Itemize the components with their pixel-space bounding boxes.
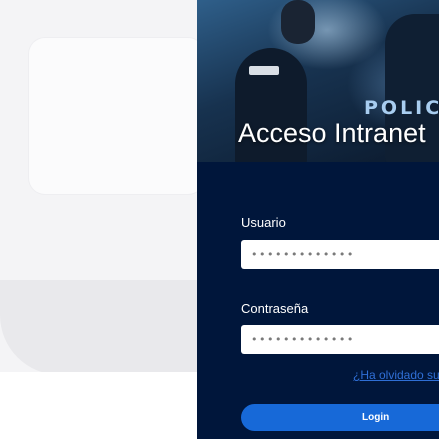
username-field[interactable]: ••••••••••••• xyxy=(241,240,439,269)
background-card xyxy=(29,38,204,194)
page: POLIC Acceso Intranet Usuario ••••••••••… xyxy=(0,0,439,439)
hero-brand-text: POLIC xyxy=(364,97,439,119)
forgot-password-link[interactable]: ¿Ha olvidado su xyxy=(353,368,439,382)
hero-badge xyxy=(249,66,279,75)
password-field[interactable]: ••••••••••••• xyxy=(241,325,439,354)
page-title: Acceso Intranet xyxy=(238,118,426,148)
hero-officer-head xyxy=(281,0,315,44)
login-button-label: Login xyxy=(362,412,390,423)
login-panel: POLIC Acceso Intranet Usuario ••••••••••… xyxy=(197,0,439,439)
background-footer xyxy=(0,372,200,439)
login-button[interactable]: Login xyxy=(241,404,439,431)
password-label: Contraseña xyxy=(241,301,309,316)
hero-image: POLIC Acceso Intranet xyxy=(197,0,439,162)
username-label: Usuario xyxy=(241,215,286,230)
background-shape xyxy=(0,280,200,375)
